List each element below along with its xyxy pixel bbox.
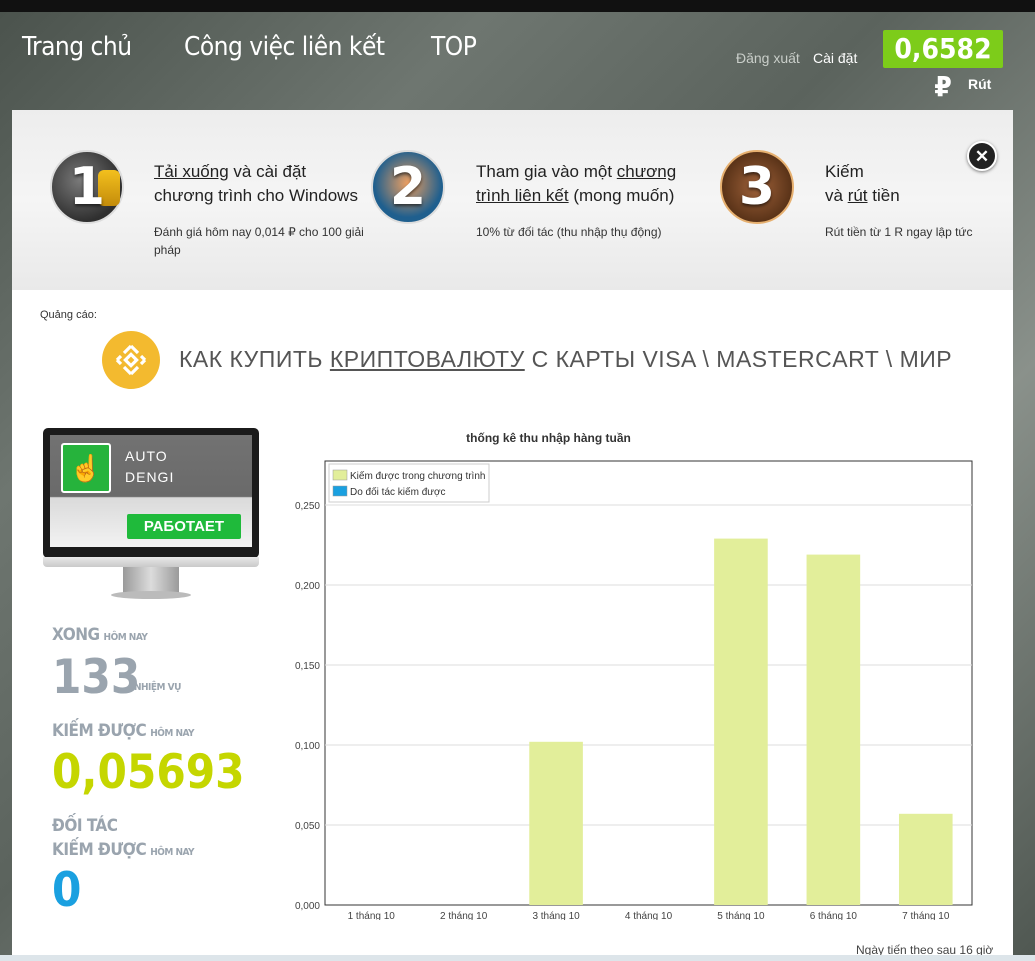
step-3-title-pre: Kiếm — [825, 162, 864, 181]
app-name-line2: DENGI — [125, 469, 175, 485]
nav-top[interactable]: TOP — [431, 32, 477, 62]
step-3-title-mid: và — [825, 186, 848, 205]
bar — [529, 741, 583, 905]
partner-label-suffix: HÔM NAY — [150, 847, 195, 858]
monitor-bezel — [43, 557, 259, 567]
ad-text-link[interactable]: КРИПТОВАЛЮТУ — [330, 346, 525, 372]
settings-link[interactable]: Cài đặt — [813, 50, 857, 66]
nav-affiliate-jobs[interactable]: Công việc liên kết — [184, 32, 385, 62]
binance-logo-icon[interactable] — [102, 331, 160, 389]
x-tick-label: 5 tháng 10 — [717, 911, 765, 920]
done-count: 133 — [52, 650, 141, 705]
bar — [806, 554, 861, 905]
earned-label-suffix: HÔM NAY — [150, 728, 195, 739]
app-name: AUTO DENGI — [125, 446, 174, 488]
balance-badge[interactable]: 0,6582 ₽ — [883, 30, 1003, 103]
x-tick-label: 2 tháng 10 — [440, 911, 488, 920]
ad-text-rest: С КАРТЫ VISA \ MASTERCART \ МИР — [524, 346, 953, 372]
download-link[interactable]: Tải xuống — [154, 162, 229, 181]
step-1-title: Tải xuống và cài đặt chương trình cho Wi… — [154, 160, 364, 208]
partner-label-line2: KIẾM ĐƯỢC HÔM NAY — [52, 840, 195, 860]
hand-tap-icon: ☝ — [61, 443, 111, 493]
app-status-button[interactable]: РАБОТАЕТ — [127, 514, 241, 539]
onboarding-steps: 1 Tải xuống và cài đặt chương trình cho … — [12, 110, 1013, 290]
ad-label: Quảng cáo: — [40, 309, 97, 321]
y-tick-label: 0,000 — [295, 901, 320, 912]
partner-label-text: KIẾM ĐƯỢC — [52, 840, 147, 860]
app-name-line1: AUTO — [125, 448, 168, 464]
x-tick-label: 4 tháng 10 — [625, 911, 673, 920]
step-2-title-rest: (mong muốn) — [568, 186, 675, 205]
step-1-number: 1 — [68, 157, 106, 217]
y-tick-label: 0,200 — [295, 581, 320, 592]
step-3-desc: Rút tiền từ 1 R ngay lập tức — [825, 225, 973, 239]
app-monitor: ☝ AUTO DENGI РАБОТАЕТ — [43, 428, 259, 608]
x-tick-label: 1 tháng 10 — [348, 911, 396, 920]
legend-label-partner: Do đối tác kiếm được — [350, 486, 446, 498]
ad-text-pre: КАК КУПИТЬ — [179, 346, 330, 372]
monitor-stand — [123, 567, 179, 593]
withdraw-link[interactable]: Rút — [968, 76, 991, 92]
y-tick-label: 0,150 — [295, 661, 320, 672]
done-label: XONG HÔM NAY — [52, 625, 148, 645]
x-tick-label: 6 tháng 10 — [810, 911, 858, 920]
nav-home[interactable]: Trang chủ — [22, 32, 132, 62]
step-3-number: 3 — [738, 157, 776, 217]
done-label-text: XONG — [52, 625, 100, 645]
monitor-screen: ☝ AUTO DENGI РАБОТАЕТ — [50, 435, 252, 547]
step-2-title-pre: Tham gia vào một — [476, 162, 617, 181]
earned-label-text: KIẾM ĐƯỢC — [52, 721, 147, 741]
done-unit: NHIỆM VỤ — [134, 682, 181, 693]
step-1-coins-icon: 1 — [50, 150, 124, 224]
y-tick-label: 0,250 — [295, 501, 320, 512]
x-tick-label: 3 tháng 10 — [532, 911, 580, 920]
binance-diamond-icon — [115, 344, 147, 376]
step-2-handshake-icon: 2 — [371, 150, 445, 224]
partner-label-line1: ĐỐI TÁC — [52, 816, 118, 836]
bar — [898, 813, 953, 905]
y-tick-label: 0,100 — [295, 741, 320, 752]
step-3-title: Kiếm và rút tiền — [825, 160, 985, 208]
done-label-suffix: HÔM NAY — [103, 632, 148, 643]
logout-link[interactable]: Đăng xuất — [736, 50, 800, 66]
legend-label-program: Kiếm được trong chương trình — [350, 470, 485, 482]
legend-swatch-program — [332, 469, 348, 481]
earned-label: KIẾM ĐƯỢC HÔM NAY — [52, 721, 195, 741]
close-steps-button[interactable]: ✕ — [967, 141, 997, 171]
y-tick-label: 0,050 — [295, 821, 320, 832]
earned-value: 0,05693 — [52, 745, 245, 800]
top-bar — [0, 0, 1035, 12]
chart-title: thống kê thu nhập hàng tuần — [466, 431, 631, 445]
withdraw-money-link[interactable]: rút — [848, 186, 868, 205]
step-2-title: Tham gia vào một chương trình liên kết (… — [476, 160, 686, 208]
ad-banner-text[interactable]: КАК КУПИТЬ КРИПТОВАЛЮТУ С КАРТЫ VISA \ M… — [179, 346, 952, 373]
legend-swatch-partner — [332, 485, 348, 497]
bar — [714, 538, 768, 905]
step-3-title-rest: tiền — [867, 186, 900, 205]
step-2-number: 2 — [389, 157, 427, 217]
partner-value: 0 — [52, 863, 82, 918]
plot-area — [324, 460, 973, 906]
step-1-desc: Đánh giá hôm nay 0,014 ₽ cho 100 giải ph… — [154, 225, 364, 257]
step-2-desc: 10% từ đối tác (thu nhập thụ động) — [476, 225, 662, 239]
x-tick-label: 7 tháng 10 — [902, 911, 950, 920]
monitor-frame: ☝ AUTO DENGI РАБОТАЕТ — [43, 428, 259, 558]
main-panel: 1 Tải xuống và cài đặt chương trình cho … — [12, 110, 1013, 961]
step-3-wallet-icon: 3 — [720, 150, 794, 224]
weekly-earnings-chart: thống kê thu nhập hàng tuần 0,000 0,050 0,1… — [295, 431, 973, 920]
bottom-bar — [0, 955, 1035, 961]
monitor-base — [111, 591, 191, 599]
